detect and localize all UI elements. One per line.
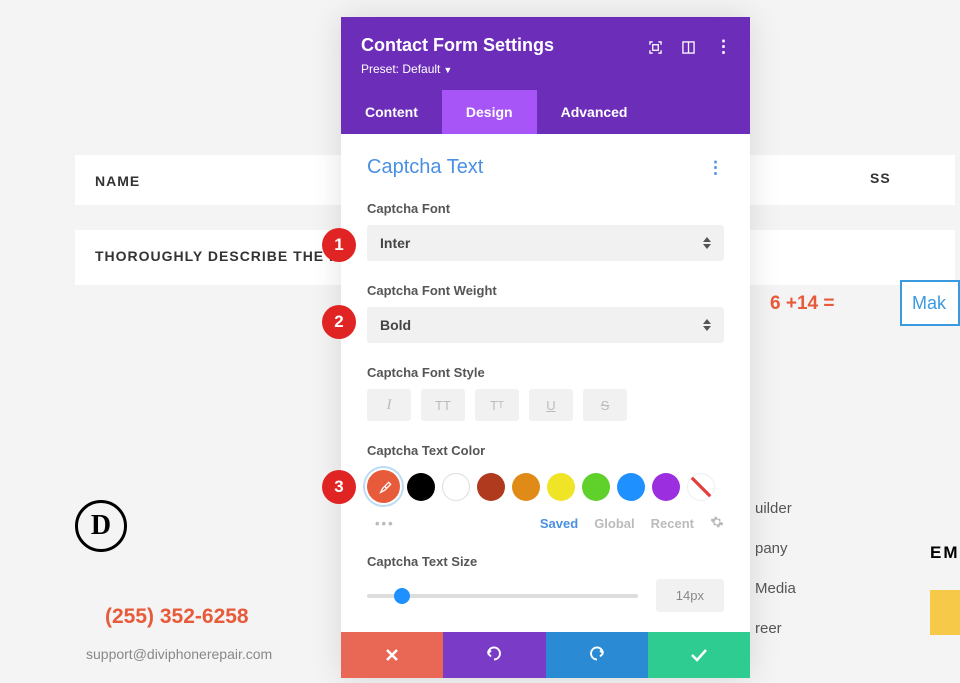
color-tab-saved[interactable]: Saved (540, 516, 578, 531)
tab-content[interactable]: Content (341, 90, 442, 134)
swatch-orange[interactable] (512, 473, 540, 501)
style-smallcaps[interactable]: TT (475, 389, 519, 421)
redo-icon (588, 646, 606, 664)
undo-button[interactable] (443, 632, 545, 678)
chevron-down-icon: ▼ (443, 65, 452, 75)
swatch-active[interactable] (367, 470, 400, 503)
color-tab-recent[interactable]: Recent (651, 516, 694, 531)
swatch-yellow[interactable] (547, 473, 575, 501)
gear-icon[interactable] (710, 515, 724, 532)
make-button[interactable]: Mak (900, 280, 960, 326)
select-captcha-font[interactable]: Inter (367, 225, 724, 261)
footer-built: uilder (755, 500, 792, 517)
save-button[interactable] (648, 632, 750, 678)
swatch-white[interactable] (442, 473, 470, 501)
label-captcha-font: Captcha Font (367, 201, 724, 216)
marker-3: 3 (322, 470, 356, 504)
marker-2: 2 (322, 305, 356, 339)
email-address[interactable]: support@diviphonerepair.com (86, 646, 272, 662)
field-captcha-size: Captcha Text Size 14px (367, 554, 724, 612)
form-label-name: NAME (95, 173, 140, 189)
undo-icon (485, 646, 503, 664)
size-value[interactable]: 14px (656, 579, 724, 612)
style-italic[interactable]: I (367, 389, 411, 421)
divi-logo[interactable]: D (75, 500, 127, 552)
size-slider[interactable] (367, 594, 638, 598)
footer-media: Media (755, 580, 796, 597)
more-dots-icon[interactable]: ••• (367, 516, 395, 531)
redo-button[interactable] (546, 632, 648, 678)
label-captcha-color: Captcha Text Color (367, 443, 724, 458)
field-captcha-font: Captcha Font Inter (367, 201, 724, 261)
label-captcha-style: Captcha Font Style (367, 365, 724, 380)
select-captcha-weight[interactable]: Bold (367, 307, 724, 343)
tab-design[interactable]: Design (442, 90, 537, 134)
select-arrows-icon (703, 319, 711, 331)
section-title[interactable]: Captcha Text (367, 156, 483, 179)
phone-number[interactable]: (255) 352-6258 (105, 605, 249, 629)
footer-reer: reer (755, 620, 782, 637)
action-bar (341, 632, 750, 678)
yellow-block (930, 590, 960, 635)
captcha-question: 6 +14 = (770, 293, 834, 315)
label-captcha-weight: Captcha Font Weight (367, 283, 724, 298)
check-icon (690, 648, 708, 662)
color-tab-global[interactable]: Global (594, 516, 634, 531)
style-uppercase[interactable]: TT (421, 389, 465, 421)
swatch-green[interactable] (582, 473, 610, 501)
em-label: EM (930, 543, 960, 563)
field-captcha-weight: Captcha Font Weight Bold (367, 283, 724, 343)
form-field-address-partial: SS (870, 170, 891, 186)
select-arrows-icon (703, 237, 711, 249)
style-strikethrough[interactable]: S (583, 389, 627, 421)
eyedropper-icon (376, 479, 392, 495)
swatch-purple[interactable] (652, 473, 680, 501)
close-icon (385, 648, 399, 662)
field-captcha-color: Captcha Text Color ••• Saved Glo (367, 443, 724, 532)
section-kebab-icon[interactable]: ⋮ (707, 158, 724, 178)
modal-tabs: Content Design Advanced (341, 90, 750, 134)
swatch-blue[interactable] (617, 473, 645, 501)
settings-modal: Contact Form Settings Preset: Default▼ ⋮… (341, 17, 750, 678)
footer-company: pany (755, 540, 788, 557)
field-captcha-style: Captcha Font Style I TT TT U S (367, 365, 724, 421)
swatch-black[interactable] (407, 473, 435, 501)
modal-header: Contact Form Settings Preset: Default▼ ⋮ (341, 17, 750, 90)
label-captcha-size: Captcha Text Size (367, 554, 724, 569)
slider-handle[interactable] (394, 588, 410, 604)
swatch-none[interactable] (687, 473, 715, 501)
discard-button[interactable] (341, 632, 443, 678)
style-underline[interactable]: U (529, 389, 573, 421)
form-label-describe: THOROUGHLY DESCRIBE THE I (95, 248, 334, 264)
swatch-brown[interactable] (477, 473, 505, 501)
tab-advanced[interactable]: Advanced (537, 90, 652, 134)
kebab-menu-icon[interactable]: ⋮ (715, 37, 732, 57)
design-panel: Captcha Text ⋮ Captcha Font Inter Captch… (341, 134, 750, 632)
marker-1: 1 (322, 228, 356, 262)
columns-icon[interactable] (682, 41, 695, 54)
expand-icon[interactable] (649, 41, 662, 54)
modal-preset[interactable]: Preset: Default▼ (361, 62, 730, 76)
